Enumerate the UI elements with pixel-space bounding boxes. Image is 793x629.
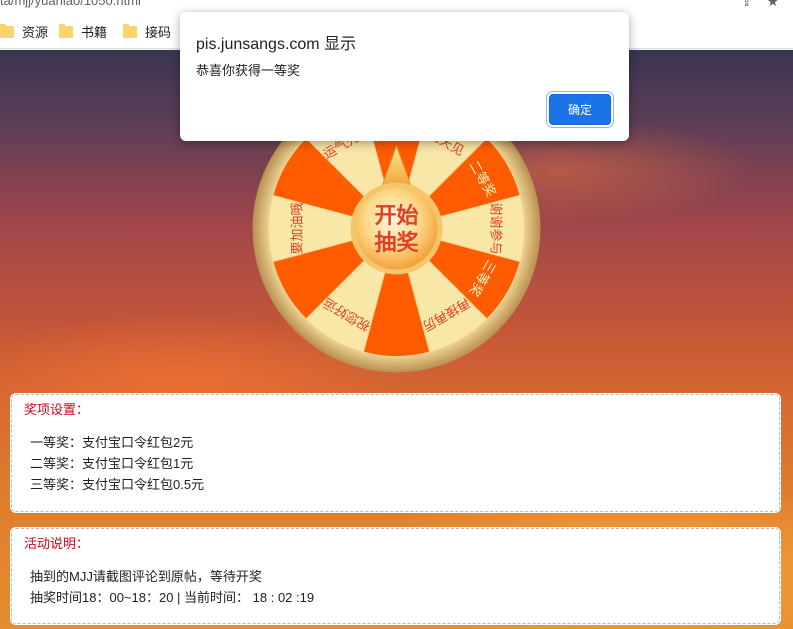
prize-line: 一等奖：支付宝口令红包2元 — [30, 435, 194, 450]
activity-line: 抽到的MJJ请截图评论到原帖，等待开奖 — [30, 569, 262, 584]
bookmark-label: 接码 — [145, 25, 172, 40]
star-icon[interactable]: ★ — [766, 0, 779, 10]
wheel-graphic: 一等奖明天见二等奖谢谢参与三等奖再接再厉祝您好运要加油哦运气先生 开始 抽奖 — [252, 129, 541, 373]
url-text[interactable]: ta/mjj/yuanlao/1050.html — [0, 0, 141, 8]
card-title: 奖项设置： — [24, 402, 90, 417]
bookmark-item[interactable]: 书籍 — [59, 22, 107, 41]
prize-list: 一等奖：支付宝口令红包2元 二等奖：支付宝口令红包1元 三等奖：支付宝口令红包0… — [30, 432, 204, 495]
wheel-slice-label: 谢谢参与 — [488, 202, 504, 254]
start-label-line2: 抽奖 — [374, 230, 419, 256]
prize-settings-card: 奖项设置： 一等奖：支付宝口令红包2元 二等奖：支付宝口令红包1元 三等奖：支付… — [11, 394, 780, 512]
folder-icon — [123, 23, 137, 38]
prize-wheel: 一等奖明天见二等奖谢谢参与三等奖再接再厉祝您好运要加油哦运气先生 开始 抽奖 — [252, 129, 541, 373]
alert-title: pis.junsangs.com 显示 — [196, 36, 357, 53]
prize-line: 三等奖：支付宝口令红包0.5元 — [30, 477, 205, 492]
wheel-slice-label: 要加油哦 — [291, 202, 306, 254]
alert-dialog: pis.junsangs.com 显示 恭喜你获得一等奖 确定 — [180, 12, 629, 141]
bookmark-label: 书籍 — [81, 25, 108, 40]
address-bar-actions: ⇪ ★ — [727, 0, 779, 10]
bookmark-item[interactable]: 接码 — [123, 22, 171, 41]
ok-button[interactable]: 确定 — [549, 94, 611, 125]
card-title: 活动说明： — [24, 536, 90, 551]
activity-list: 抽到的MJJ请截图评论到原帖，等待开奖 抽奖时间18：00~18：20 | 当前… — [30, 566, 314, 608]
folder-icon — [59, 23, 73, 38]
activity-line: 抽奖时间18：00~18：20 | 当前时间： 18 : 02 :19 — [30, 590, 315, 605]
bookmark-item[interactable]: 资源 — [0, 22, 48, 41]
bookmark-label: 资源 — [22, 25, 49, 40]
folder-icon — [0, 23, 14, 38]
share-icon[interactable]: ⇪ — [741, 0, 753, 10]
start-label-line1: 开始 — [374, 203, 418, 229]
alert-message: 恭喜你获得一等奖 — [196, 63, 301, 78]
activity-card: 活动说明： 抽到的MJJ请截图评论到原帖，等待开奖 抽奖时间18：00~18：2… — [11, 528, 780, 624]
prize-line: 二等奖：支付宝口令红包1元 — [30, 456, 194, 471]
